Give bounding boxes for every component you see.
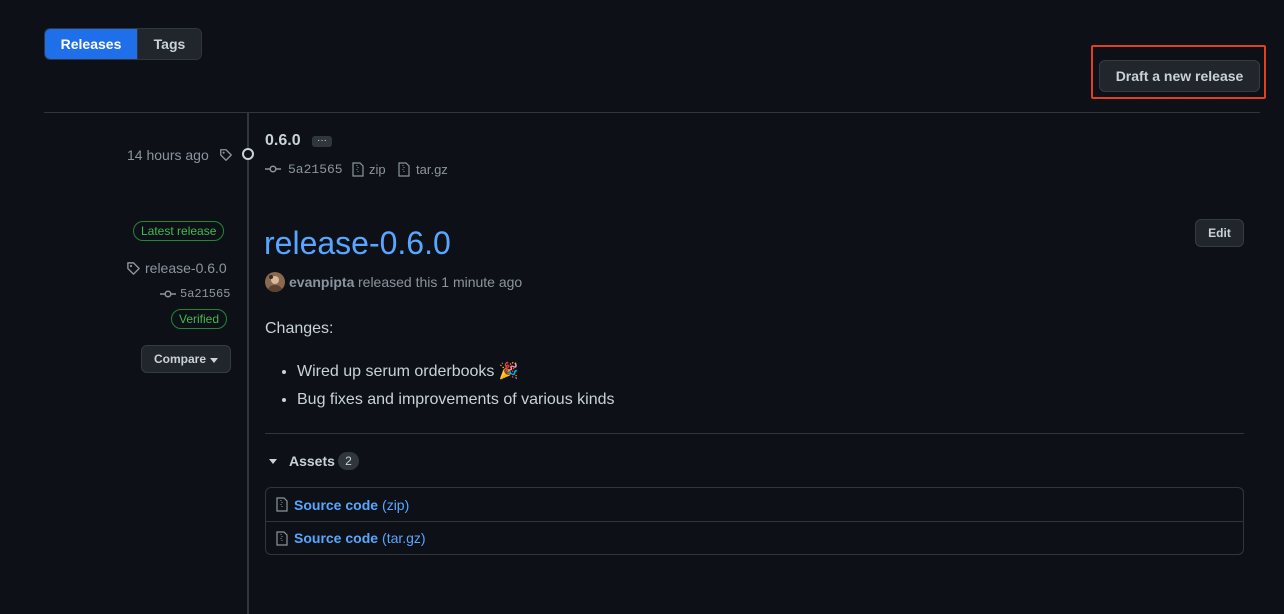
releases-tags-tabs: Releases Tags <box>44 28 202 60</box>
asset-row[interactable]: Source code (zip) <box>266 488 1243 521</box>
tag-time: 14 hours ago <box>127 147 209 163</box>
tab-tags[interactable]: Tags <box>137 29 201 59</box>
tag-commit[interactable]: 5a21565 <box>288 162 343 177</box>
asset-ext[interactable]: (tar.gz) <box>382 530 426 546</box>
chevron-down-icon <box>210 352 218 366</box>
tag-version[interactable]: 0.6.0 <box>265 132 301 150</box>
assets-count-badge: 2 <box>338 452 359 470</box>
list-item: Wired up serum orderbooks 🎉 <box>297 358 614 386</box>
asset-ext[interactable]: (zip) <box>382 497 409 513</box>
divider <box>265 433 1244 434</box>
release-commit[interactable]: 5a21565 <box>180 287 230 301</box>
release-tag-name[interactable]: release-0.6.0 <box>145 260 227 276</box>
tag-icon <box>219 148 233 162</box>
compare-button[interactable]: Compare <box>141 345 231 373</box>
compare-label: Compare <box>153 352 206 366</box>
verified-badge[interactable]: Verified <box>171 309 228 329</box>
list-item: Bug fixes and improvements of various ki… <box>297 386 614 414</box>
file-zip-icon <box>276 497 288 512</box>
asset-name[interactable]: Source code <box>294 497 378 513</box>
release-author[interactable]: evanpipta <box>289 274 354 290</box>
changes-list: Wired up serum orderbooks 🎉 Bug fixes an… <box>265 358 614 414</box>
timeline-dot <box>242 148 254 160</box>
tag-icon <box>126 261 141 276</box>
released-time: released this 1 minute ago <box>358 274 523 290</box>
asset-name[interactable]: Source code <box>294 530 378 546</box>
tag-targz-link[interactable]: tar.gz <box>416 162 448 177</box>
file-zip-icon <box>276 530 288 546</box>
tag-zip-link[interactable]: zip <box>369 162 386 177</box>
edit-button[interactable]: Edit <box>1195 219 1244 247</box>
expand-more-button[interactable]: ··· <box>312 136 332 147</box>
divider <box>44 112 1260 113</box>
avatar[interactable] <box>265 272 285 292</box>
file-zip-icon <box>352 162 364 177</box>
latest-release-badge: Latest release <box>133 221 225 241</box>
file-zip-icon <box>398 162 410 177</box>
tab-releases[interactable]: Releases <box>45 29 137 59</box>
commit-icon <box>265 163 281 175</box>
release-title[interactable]: release-0.6.0 <box>264 225 451 262</box>
draft-release-button[interactable]: Draft a new release <box>1099 60 1260 92</box>
assets-label[interactable]: Assets <box>289 453 335 469</box>
commit-icon <box>160 288 176 300</box>
asset-row[interactable]: Source code (tar.gz) <box>266 521 1243 554</box>
timeline-line <box>247 113 249 614</box>
assets-list: Source code (zip) Source code (tar.gz) <box>265 487 1244 555</box>
body-heading: Changes: <box>265 320 334 337</box>
triangle-down-icon[interactable] <box>269 459 277 464</box>
